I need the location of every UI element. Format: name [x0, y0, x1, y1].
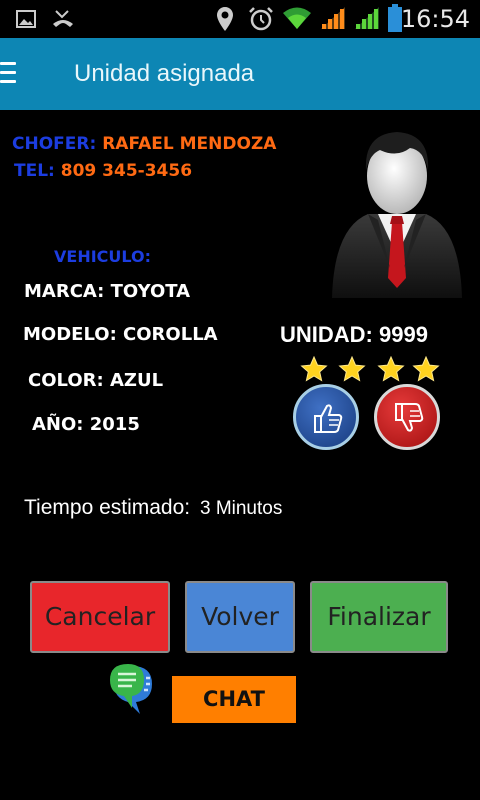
alarm-icon: [249, 7, 273, 31]
status-bar: 16:54: [0, 0, 480, 38]
hamburger-menu-icon[interactable]: [0, 62, 18, 86]
thumbs-up-icon: [314, 404, 343, 433]
thumbs-down-icon: [395, 403, 424, 432]
star-icon[interactable]: [412, 356, 440, 382]
vehicle-brand: MARCA: TOYOTA: [24, 281, 191, 302]
image-icon: [16, 10, 36, 28]
chat-button[interactable]: CHAT: [172, 676, 296, 723]
vehicle-year: AÑO: 2015: [32, 414, 140, 435]
eta-row: Tiempo estimado: 3 Minutos: [24, 496, 282, 520]
driver-label: CHOFER:: [12, 134, 97, 154]
phone-number[interactable]: 809 345-3456: [61, 161, 192, 181]
thumbs-up-button[interactable]: [293, 384, 359, 450]
vehicle-section-label: VEHICULO:: [54, 247, 152, 266]
vehicle-model: MODELO: COROLLA: [23, 324, 218, 345]
wifi-icon: [283, 7, 311, 29]
eta-label: Tiempo estimado:: [24, 496, 191, 519]
page-title: Unidad asignada: [74, 60, 255, 87]
vehicle-color: COLOR: AZUL: [28, 370, 164, 391]
finish-button[interactable]: Finalizar: [310, 581, 448, 653]
driver-name: RAFAEL MENDOZA: [102, 134, 277, 154]
phone-row: TEL: 809 345-3456: [14, 161, 192, 181]
missed-call-icon: [53, 10, 73, 27]
app-bar: Unidad asignada: [0, 38, 480, 110]
chat-bubbles-icon[interactable]: [108, 662, 164, 718]
phone-label: TEL:: [14, 161, 55, 181]
signal-icon: [355, 7, 379, 29]
signal-icon: [321, 7, 345, 29]
star-icon[interactable]: [377, 356, 405, 382]
star-icon[interactable]: [300, 356, 328, 382]
eta-value: 3 Minutos: [199, 498, 283, 519]
driver-row: CHOFER: RAFAEL MENDOZA: [12, 134, 276, 154]
rating-stars: [300, 356, 440, 382]
cancel-button[interactable]: Cancelar: [30, 581, 170, 653]
back-button[interactable]: Volver: [185, 581, 295, 653]
star-icon[interactable]: [338, 356, 366, 382]
driver-avatar: [332, 132, 462, 298]
status-time: 16:54: [400, 5, 470, 33]
thumbs-down-button[interactable]: [374, 384, 440, 450]
unit-number: UNIDAD: 9999: [280, 322, 428, 347]
location-icon: [217, 7, 233, 31]
